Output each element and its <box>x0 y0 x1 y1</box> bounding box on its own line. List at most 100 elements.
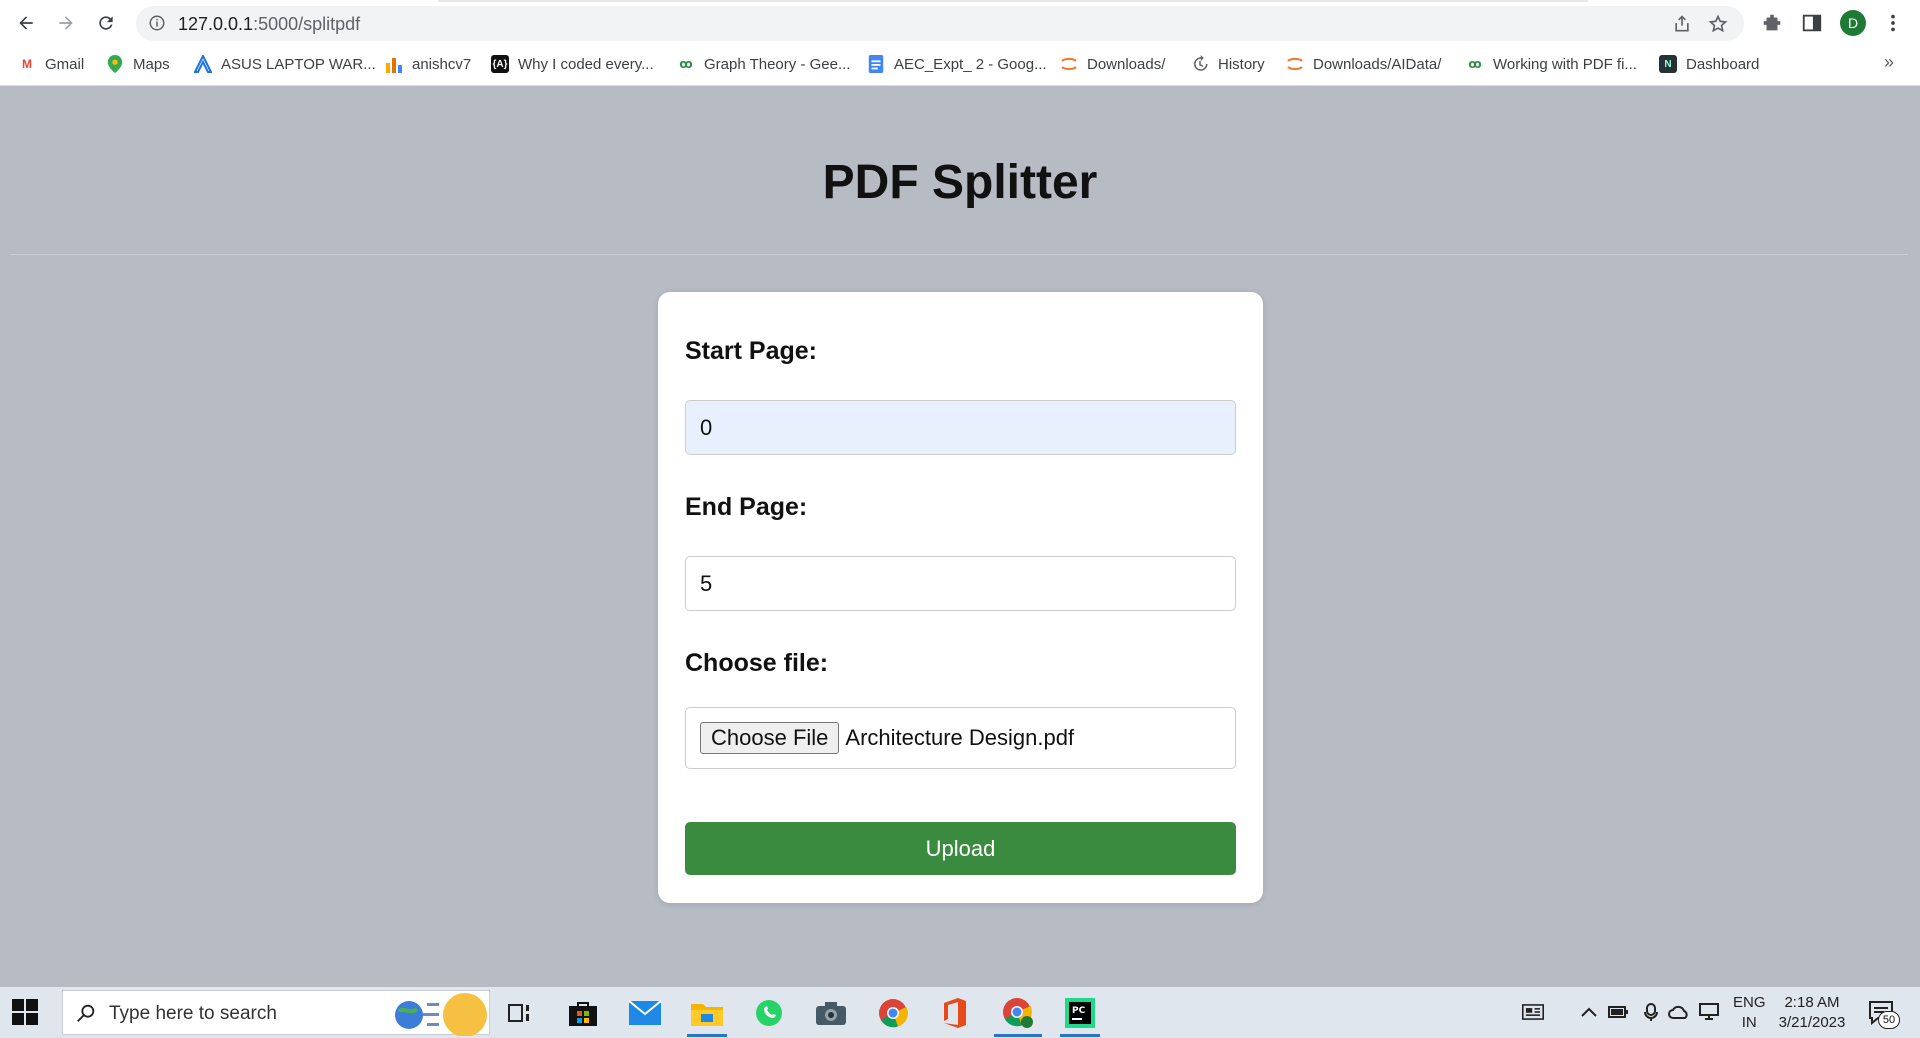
news-widget-icon[interactable] <box>1522 1001 1544 1023</box>
office-icon <box>944 998 966 1028</box>
browser-toolbar: 127.0.0.1:5000/splitpdf D <box>0 0 1920 46</box>
file-explorer-button[interactable] <box>687 993 727 1037</box>
extensions-icon[interactable] <box>1761 12 1783 34</box>
whatsapp-button[interactable] <box>749 993 789 1033</box>
microsoft-store-button[interactable] <box>563 993 603 1033</box>
folder-icon <box>691 1004 723 1026</box>
bookmark-label: Downloads/AIData/ <box>1313 55 1442 73</box>
end-page-label: End Page: <box>685 493 808 521</box>
split-form: Start Page: 0 End Page: 5 Choose file: C… <box>658 292 1263 903</box>
bookmark-downloads[interactable]: Downloads/ <box>1060 52 1165 76</box>
docs-icon <box>867 55 885 73</box>
kebab-menu-icon[interactable] <box>1882 12 1904 34</box>
chrome-profile-button[interactable] <box>994 993 1042 1037</box>
bookmark-label: ASUS LAPTOP WAR... <box>221 55 376 73</box>
page-body: PDF Splitter Start Page: 0 End Page: 5 C… <box>0 87 1920 987</box>
info-icon[interactable] <box>148 14 166 32</box>
asus-icon <box>194 55 212 73</box>
reload-icon <box>99 16 113 30</box>
chrome-profile-icon <box>1003 998 1033 1028</box>
bookmark-why-i-coded[interactable]: {A} Why I coded every... <box>491 52 654 76</box>
more-bookmarks-button[interactable]: » <box>1884 52 1894 73</box>
onedrive-icon[interactable] <box>1668 1001 1690 1023</box>
dashboard-icon: N <box>1659 55 1677 73</box>
microphone-icon[interactable] <box>1640 1001 1662 1023</box>
active-indicator <box>687 1034 727 1037</box>
clock-time: 2:18 AM <box>1784 994 1840 1011</box>
input-language[interactable]: ENG IN <box>1733 993 1766 1033</box>
start-page-label: Start Page: <box>685 337 817 365</box>
bookmark-label: anishcv7 <box>412 55 472 73</box>
jupyter-icon <box>1286 55 1304 73</box>
back-button[interactable] <box>10 7 42 39</box>
search-placeholder: Type here to search <box>109 1003 277 1024</box>
task-view-button[interactable] <box>500 993 540 1033</box>
bookmark-aec-expt[interactable]: AEC_Expt_ 2 - Goog... <box>867 52 1047 76</box>
bookmarks-bar: M Gmail Maps ASUS LAPTOP WAR... anishcv7 … <box>0 48 1920 80</box>
end-page-input[interactable]: 5 <box>685 556 1236 611</box>
active-indicator <box>994 1034 1042 1037</box>
active-indicator <box>1060 1034 1100 1037</box>
pycharm-icon: PC <box>1065 998 1095 1028</box>
share-icon[interactable] <box>1672 14 1692 34</box>
choose-file-button[interactable]: Choose File <box>700 722 840 754</box>
windows-start-icon[interactable] <box>12 999 38 1025</box>
file-input[interactable]: Choose File Architecture Design.pdf <box>685 707 1236 769</box>
star-icon[interactable] <box>1708 14 1728 34</box>
region-code: IN <box>1741 1014 1757 1031</box>
bookmark-label: Graph Theory - Gee... <box>704 55 851 73</box>
bookmark-asus[interactable]: ASUS LAPTOP WAR... <box>194 52 376 76</box>
choose-file-label: Choose file: <box>685 649 829 677</box>
bookmark-dashboard[interactable]: N Dashboard <box>1659 52 1759 76</box>
gfg-icon: ꝏ <box>679 57 693 71</box>
bookmark-label: History <box>1218 55 1265 73</box>
bookmark-working-with-pdf[interactable]: ꝏ Working with PDF fi... <box>1466 52 1637 76</box>
chrome-button[interactable] <box>873 993 913 1033</box>
language-code: ENG <box>1733 994 1766 1011</box>
browser-chrome: 127.0.0.1:5000/splitpdf D M Gmail Maps AS… <box>0 0 1920 86</box>
url-path: :5000/splitpdf <box>253 14 361 34</box>
search-highlight-art <box>393 991 491 1036</box>
clock-date: 3/21/2023 <box>1778 1014 1846 1031</box>
bookmark-label: Working with PDF fi... <box>1493 55 1637 73</box>
camera-button[interactable] <box>811 993 851 1033</box>
bookmark-gmail[interactable]: M Gmail <box>18 52 84 76</box>
bookmark-label: Maps <box>133 55 170 73</box>
arrow-left-icon <box>19 16 33 30</box>
arrow-right-icon <box>59 16 73 30</box>
mail-button[interactable] <box>625 993 665 1033</box>
battery-icon[interactable] <box>1607 1001 1629 1023</box>
system-clock[interactable]: 2:18 AM 3/21/2023 <box>1777 993 1847 1033</box>
maps-icon <box>106 55 124 73</box>
side-panel-icon[interactable] <box>1801 12 1823 34</box>
search-icon <box>77 1004 95 1022</box>
profile-avatar[interactable]: D <box>1840 10 1866 36</box>
notification-count-badge: 50 <box>1878 1011 1900 1029</box>
upload-button[interactable]: Upload <box>685 822 1236 875</box>
network-icon[interactable] <box>1698 1001 1720 1023</box>
camera-icon <box>816 1002 846 1025</box>
office-button[interactable] <box>935 993 975 1033</box>
forward-button[interactable] <box>50 7 82 39</box>
reload-button[interactable] <box>90 7 122 39</box>
bookmark-label: Downloads/ <box>1087 55 1166 73</box>
bookmark-label: Why I coded every... <box>518 55 654 73</box>
svg-text:PC: PC <box>1072 1006 1086 1016</box>
bar-chart-icon <box>385 55 403 73</box>
bookmark-anishcv7[interactable]: anishcv7 <box>385 52 471 76</box>
bookmark-label: Dashboard <box>1686 55 1760 73</box>
bookmark-graph-theory[interactable]: ꝏ Graph Theory - Gee... <box>677 52 850 76</box>
address-bar[interactable]: 127.0.0.1:5000/splitpdf <box>136 6 1744 41</box>
start-page-input[interactable]: 0 <box>685 400 1236 455</box>
taskbar-search-box[interactable]: Type here to search <box>62 990 491 1036</box>
store-icon <box>569 1002 597 1026</box>
bookmark-maps[interactable]: Maps <box>106 52 170 76</box>
mail-icon <box>629 1001 661 1025</box>
url-host: 127.0.0.1 <box>178 14 254 34</box>
bookmark-downloads-aidata[interactable]: Downloads/AIData/ <box>1286 52 1441 76</box>
bookmark-history[interactable]: History <box>1191 52 1265 76</box>
bookmark-label: AEC_Expt_ 2 - Goog... <box>894 55 1047 73</box>
chevron-up-icon[interactable] <box>1578 1001 1600 1023</box>
pycharm-button[interactable]: PC <box>1060 993 1100 1037</box>
bookmark-label: Gmail <box>45 55 85 73</box>
